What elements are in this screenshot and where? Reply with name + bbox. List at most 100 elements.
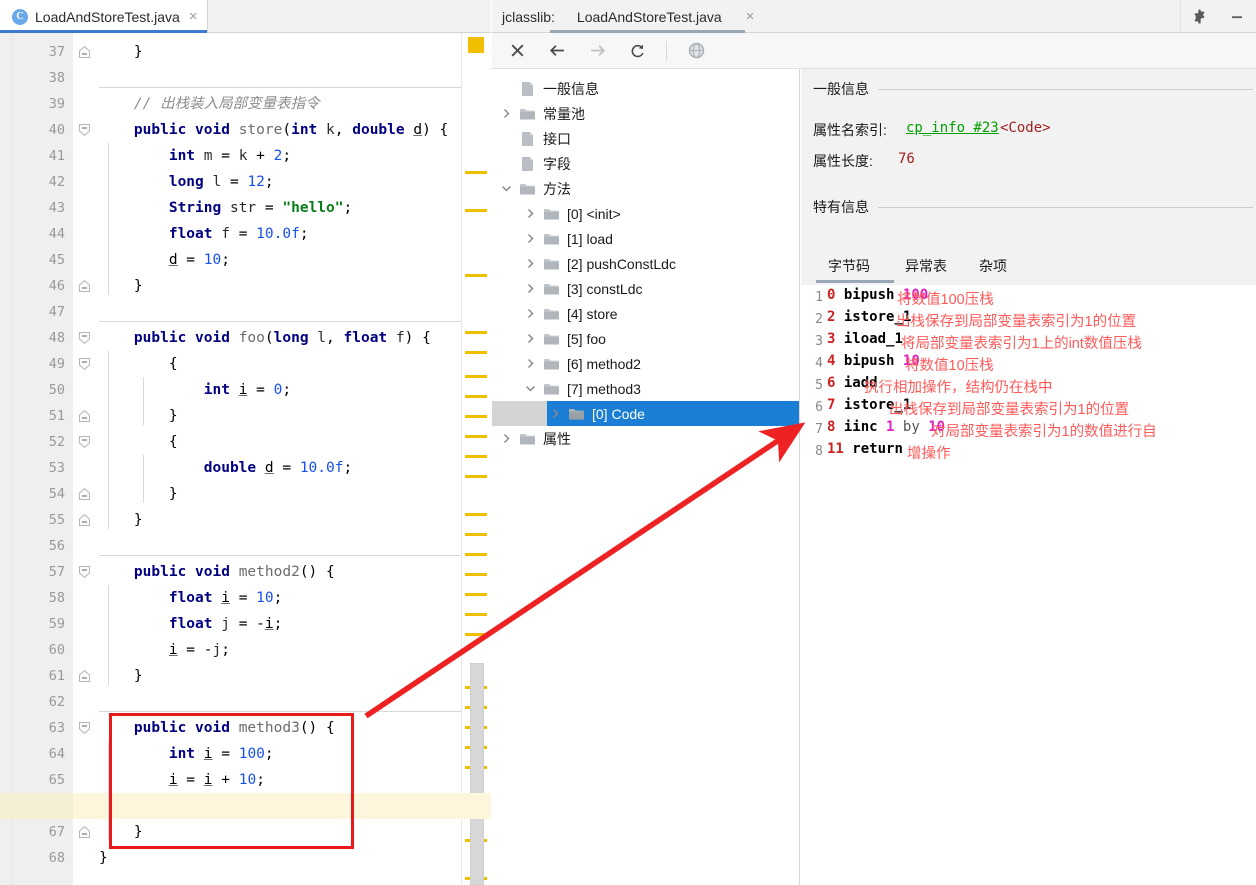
line-number[interactable]: 61: [13, 663, 65, 689]
line-number[interactable]: 51: [13, 403, 65, 429]
minimize-icon[interactable]: [1228, 8, 1246, 26]
line-number[interactable]: 44: [13, 221, 65, 247]
chevron-right-icon[interactable]: [522, 306, 538, 322]
editor-line-number-gutter[interactable]: 37 38 39 40 41 42 43 44 45 46 47 48 49 50 51 52 53 54 55 56…: [13, 33, 73, 885]
change-marker[interactable]: [465, 553, 487, 556]
code-line[interactable]: int i = 0;: [99, 377, 291, 403]
line-number[interactable]: 49: [13, 351, 65, 377]
code-line[interactable]: }: [99, 663, 143, 689]
editor-fold-gutter[interactable]: [73, 33, 99, 885]
change-marker[interactable]: [465, 395, 487, 398]
editor-text-body[interactable]: } // 出栈装入局部变量表指令 public void store(int k…: [99, 33, 491, 885]
line-number[interactable]: 43: [13, 195, 65, 221]
close-icon[interactable]: ×: [744, 9, 755, 24]
code-line[interactable]: }: [99, 507, 143, 533]
line-number[interactable]: 48: [13, 325, 65, 351]
line-number[interactable]: 40: [13, 117, 65, 143]
chevron-down-icon[interactable]: [498, 181, 514, 197]
tree-node-[interactable]: 字段: [492, 151, 799, 176]
tree-node-6-method2[interactable]: [6] method2: [492, 351, 799, 376]
tree-node-4-store[interactable]: [4] store: [492, 301, 799, 326]
line-number[interactable]: 54: [13, 481, 65, 507]
chevron-right-icon[interactable]: [522, 356, 538, 372]
subtab-misc[interactable]: 杂项: [979, 251, 1007, 281]
tree-node-[interactable]: 属性: [492, 426, 799, 451]
fold-collapse-icon[interactable]: [78, 565, 91, 579]
code-line[interactable]: int i = 100;: [99, 741, 274, 767]
change-marker[interactable]: [465, 513, 487, 516]
fold-expand-icon[interactable]: [78, 45, 91, 58]
line-number[interactable]: 47: [13, 299, 65, 325]
attr-name-index-link[interactable]: cp_info #23: [906, 120, 999, 136]
code-line[interactable]: public void store(int k, double d) {: [99, 117, 448, 143]
editor-marker-strip[interactable]: [461, 33, 491, 885]
code-line[interactable]: }: [99, 403, 178, 429]
code-line[interactable]: int m = k + 2;: [99, 143, 291, 169]
chevron-right-icon[interactable]: [522, 231, 538, 247]
line-number[interactable]: 37: [13, 39, 65, 65]
subtab-bytecode[interactable]: 字节码: [828, 251, 870, 281]
line-number[interactable]: 60: [13, 637, 65, 663]
line-number[interactable]: 46: [13, 273, 65, 299]
code-line[interactable]: // 出栈装入局部变量表指令: [99, 91, 320, 117]
line-number[interactable]: 42: [13, 169, 65, 195]
bytecode-instruction[interactable]: 8 iinc 1 by 10: [827, 419, 945, 435]
change-marker[interactable]: [465, 475, 487, 478]
line-number[interactable]: 68: [13, 845, 65, 871]
code-line[interactable]: {: [99, 351, 178, 377]
tree-node-[interactable]: 接口: [492, 126, 799, 151]
change-marker[interactable]: [465, 633, 487, 636]
bytecode-instruction[interactable]: 11 return: [827, 441, 903, 457]
fold-expand-icon[interactable]: [78, 669, 91, 682]
code-line[interactable]: float f = 10.0f;: [99, 221, 309, 247]
change-marker[interactable]: [465, 171, 487, 174]
chevron-right-icon[interactable]: [522, 281, 538, 297]
change-marker[interactable]: [465, 533, 487, 536]
line-number[interactable]: 58: [13, 585, 65, 611]
code-line[interactable]: {: [99, 429, 178, 455]
change-marker[interactable]: [465, 573, 487, 576]
error-stripe-marker[interactable]: [468, 37, 484, 53]
change-marker[interactable]: [465, 331, 487, 334]
code-line[interactable]: i = i + 10;: [99, 767, 265, 793]
bytecode-instruction[interactable]: 3 iload_1: [827, 331, 903, 347]
change-marker[interactable]: [465, 593, 487, 596]
line-number[interactable]: 57: [13, 559, 65, 585]
gear-icon[interactable]: [1191, 8, 1209, 26]
code-area[interactable]: 37 38 39 40 41 42 43 44 45 46 47 48 49 50 51 52 53 54 55 56…: [0, 33, 491, 885]
fold-collapse-icon[interactable]: [78, 123, 91, 137]
chevron-down-icon[interactable]: [522, 381, 538, 397]
code-line[interactable]: }: [99, 39, 143, 65]
chevron-right-icon[interactable]: [498, 106, 514, 122]
code-line[interactable]: i = -j;: [99, 637, 230, 663]
line-number[interactable]: 39: [13, 91, 65, 117]
tree-node-7-method3[interactable]: [7] method3: [492, 376, 799, 401]
editor-scrollbar-thumb[interactable]: [470, 663, 484, 885]
fold-collapse-icon[interactable]: [78, 357, 91, 371]
change-marker[interactable]: [465, 375, 487, 378]
change-marker[interactable]: [465, 435, 487, 438]
tree-node-1-load[interactable]: [1] load: [492, 226, 799, 251]
line-number[interactable]: 55: [13, 507, 65, 533]
chevron-right-icon[interactable]: [547, 406, 563, 422]
subtab-exception-table[interactable]: 异常表: [905, 251, 947, 281]
reload-icon[interactable]: [626, 40, 648, 62]
change-marker[interactable]: [465, 415, 487, 418]
class-structure-tree[interactable]: 一般信息 常量池 接口 字段 方法 [0] <init> [1] load [2] pushC…: [492, 69, 800, 885]
line-number[interactable]: 59: [13, 611, 65, 637]
code-line[interactable]: }: [99, 481, 178, 507]
code-line[interactable]: String str = "hello";: [99, 195, 352, 221]
code-line[interactable]: float i = 10;: [99, 585, 283, 611]
chevron-right-icon[interactable]: [522, 256, 538, 272]
change-marker[interactable]: [465, 274, 487, 277]
code-line[interactable]: long l = 12;: [99, 169, 274, 195]
fold-collapse-icon[interactable]: [78, 331, 91, 345]
line-number[interactable]: 38: [13, 65, 65, 91]
back-arrow-icon[interactable]: [546, 40, 568, 62]
fold-expand-icon[interactable]: [78, 487, 91, 500]
code-line[interactable]: public void method3() {: [99, 715, 335, 741]
code-line[interactable]: d = 10;: [99, 247, 230, 273]
change-marker[interactable]: [465, 455, 487, 458]
tree-node-[interactable]: 一般信息: [492, 76, 799, 101]
line-number[interactable]: 56: [13, 533, 65, 559]
